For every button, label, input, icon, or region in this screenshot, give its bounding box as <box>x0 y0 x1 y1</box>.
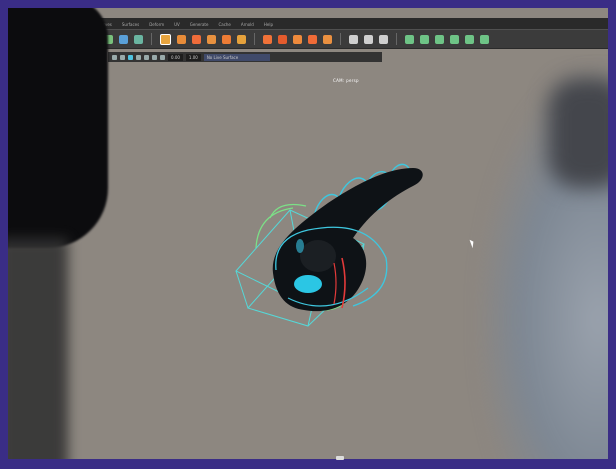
green-arc <box>269 203 307 219</box>
creature-head <box>300 240 336 272</box>
cyan-eye-marker <box>294 275 322 293</box>
cyan-detail <box>296 239 304 253</box>
photo-frame: Curves Surfaces Deform UV Generate Cache… <box>0 0 616 469</box>
creature-body <box>272 168 423 312</box>
cube-edge <box>235 270 249 309</box>
blurred-foreground-shadow <box>8 238 68 459</box>
monitor-indicator <box>336 456 344 460</box>
monitor-screen: Curves Surfaces Deform UV Generate Cache… <box>8 8 608 459</box>
blurred-foreground-object <box>548 78 608 188</box>
blurred-foreground-object <box>8 8 108 248</box>
